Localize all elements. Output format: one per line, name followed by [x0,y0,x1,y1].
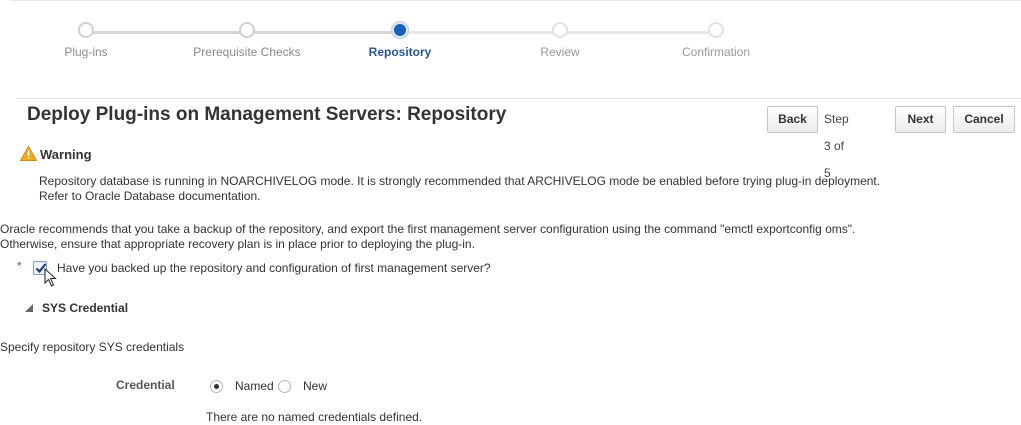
step-label: Plug-ins [64,45,108,59]
warning-message-line: Refer to Oracle Database documentation. [39,189,261,203]
train-step-review: Review [490,22,630,59]
top-border [10,0,1021,1]
required-marker: * [17,259,22,273]
mouse-pointer-icon [44,268,57,287]
train-step-prerequisite-checks[interactable]: Prerequisite Checks [177,22,317,59]
step-node [78,22,94,38]
step-train: Plug-ins Prerequisite Checks Repository … [0,8,800,68]
deploy-plugins-page: Plug-ins Prerequisite Checks Repository … [0,0,1021,425]
step-node [239,22,255,38]
radio-new[interactable] [278,380,291,393]
back-button[interactable]: Back [767,106,818,133]
step-label: Confirmation [681,45,751,59]
credential-label: Credential [116,378,175,392]
train-step-plug-ins[interactable]: Plug-ins [16,22,156,59]
backup-recommendation: Oracle recommends that you take a backup… [0,222,1015,252]
step-node [708,22,724,38]
page-title: Deploy Plug-ins on Management Servers: R… [27,104,507,125]
info-line: Oracle recommends that you take a backup… [0,222,856,236]
warning-title: Warning [40,147,92,162]
sys-credential-description: Specify repository SYS credentials [0,340,185,354]
warning-message-line: Repository database is running in NOARCH… [39,174,881,188]
step-label: Prerequisite Checks [193,45,301,59]
collapse-triangle-icon[interactable] [24,303,34,313]
sys-credential-section-title[interactable]: SYS Credential [42,301,128,315]
no-named-credentials-message: There are no named credentials defined. [206,410,423,424]
step-indicator-text: Step 3 of 5 [824,112,849,180]
radio-named-label[interactable]: Named [235,379,274,393]
radio-named[interactable] [210,380,223,393]
cancel-button[interactable]: Cancel [953,106,1015,133]
step-label: Repository [368,45,432,59]
backup-confirm-label[interactable]: Have you backed up the repository and co… [57,261,491,275]
train-step-repository: Repository [330,22,470,59]
step-node-current [392,22,408,38]
next-button[interactable]: Next [895,106,946,133]
warning-icon [19,145,38,161]
radio-new-label[interactable]: New [303,379,327,393]
warning-heading: Warning [19,145,92,162]
train-step-confirmation: Confirmation [646,22,786,59]
step-label: Review [540,45,580,59]
warning-message: Repository database is running in NOARCH… [39,174,1014,204]
info-line: Otherwise, ensure that appropriate recov… [0,237,475,251]
header-divider [16,98,1021,99]
step-node [552,22,568,38]
